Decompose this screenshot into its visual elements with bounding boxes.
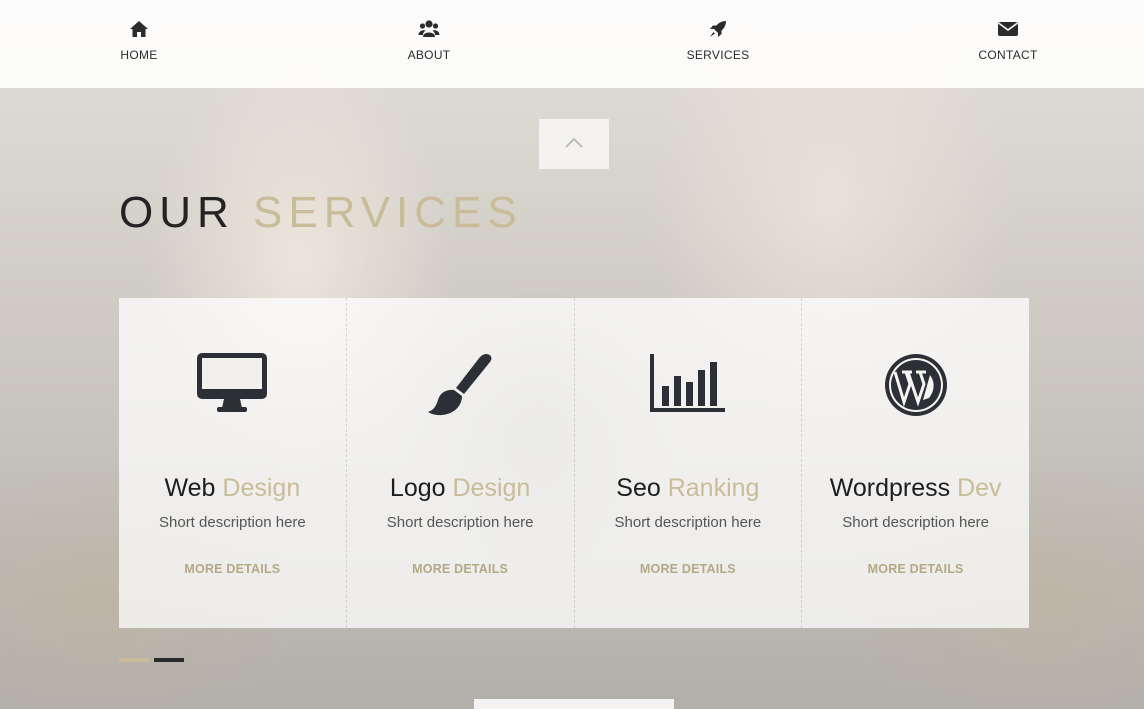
nav-label-contact: CONTACT: [978, 48, 1038, 62]
bar-chart-icon: [649, 354, 725, 412]
service-card-seo-ranking: Seo Ranking Short description here MORE …: [575, 298, 803, 628]
nav-item-about[interactable]: ABOUT: [369, 18, 489, 62]
more-details-link[interactable]: MORE DETAILS: [575, 562, 802, 576]
carousel-dot-2[interactable]: [154, 658, 184, 662]
rocket-icon: [710, 21, 726, 37]
nav-item-contact[interactable]: CONTACT: [948, 18, 1068, 62]
envelope-icon: [998, 22, 1018, 36]
top-nav: HOME ABOUT SERVICES CONTACT: [0, 0, 1144, 88]
paint-brush-icon: [428, 354, 492, 416]
service-card-wordpress-dev: Wordpress Dev Short description here MOR…: [802, 298, 1029, 628]
carousel-dot-1[interactable]: [119, 658, 149, 662]
desktop-icon: [197, 353, 268, 412]
service-description: Short description here: [614, 514, 762, 531]
service-description: Short description here: [159, 514, 306, 531]
wordpress-icon: [884, 354, 947, 416]
services-panel: Web Design Short description here MORE D…: [119, 298, 1029, 628]
nav-item-services[interactable]: SERVICES: [658, 18, 778, 62]
more-details-link[interactable]: MORE DETAILS: [347, 562, 574, 576]
section-title-main: OUR: [119, 188, 253, 237]
nav-label-home: HOME: [120, 48, 158, 62]
section-title-accent: SERVICES: [253, 188, 523, 237]
service-card-logo-design: Logo Design Short description here MORE …: [347, 298, 575, 628]
scroll-up-button[interactable]: [539, 119, 609, 169]
service-card-web-design: Web Design Short description here MORE D…: [119, 298, 347, 628]
service-description: Short description here: [842, 514, 989, 531]
nav-label-services: SERVICES: [686, 48, 750, 62]
home-icon: [130, 21, 148, 37]
more-details-link[interactable]: MORE DETAILS: [119, 562, 346, 576]
users-icon: [418, 20, 440, 37]
more-details-link[interactable]: MORE DETAILS: [802, 562, 1029, 576]
section-title: OUR SERVICES: [119, 188, 523, 238]
bottom-panel-edge: [474, 699, 674, 709]
nav-item-home[interactable]: HOME: [79, 18, 199, 62]
nav-label-about: ABOUT: [407, 48, 451, 62]
chevron-up-icon: [565, 137, 583, 148]
service-description: Short description here: [386, 514, 534, 531]
